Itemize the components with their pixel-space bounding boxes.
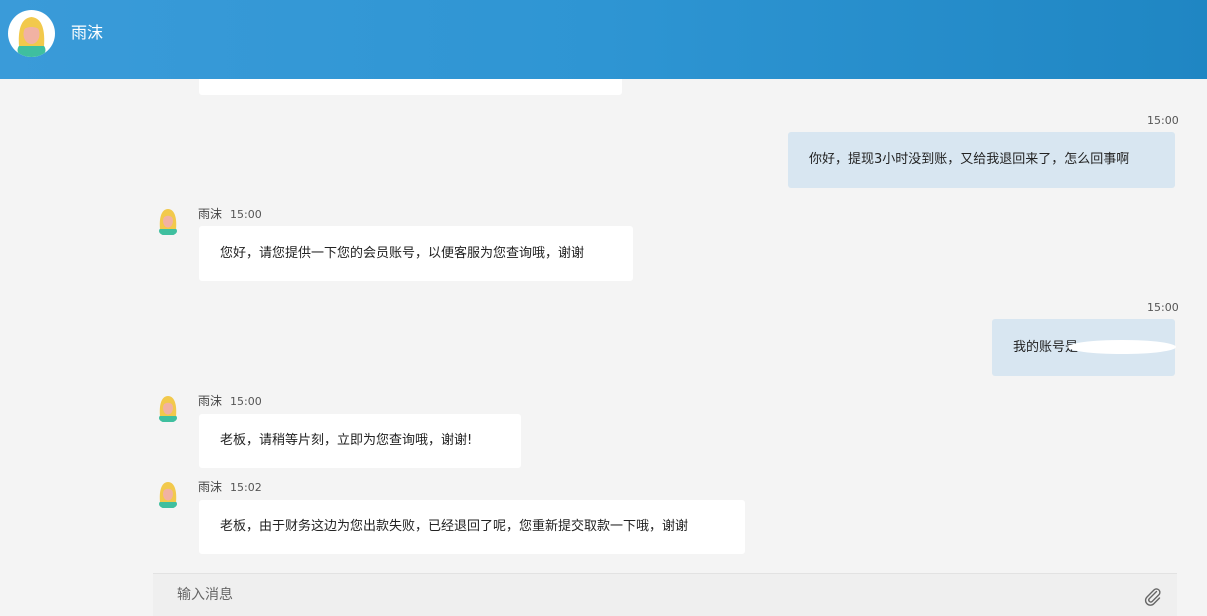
sender-name: 雨沫 [198,394,223,408]
message-time: 15:00 [1147,114,1179,127]
message-text: 你好，提现3小时没到账，又给我退回来了，怎么回事啊 [809,152,1130,167]
avatar-girl-icon [159,482,177,509]
agent-name: 雨沫 [71,23,104,42]
agent-avatar-small [157,480,179,509]
agent-avatar[interactable] [8,10,55,57]
avatar-girl-icon [159,209,177,236]
chat-header: 雨沫 [0,0,1207,79]
outgoing-message-bubble: 你好，提现3小时没到账，又给我退回来了，怎么回事啊 [788,132,1175,188]
message-list[interactable]: 15:00 你好，提现3小时没到账，又给我退回来了，怎么回事啊 雨沫 15:00… [0,79,1207,573]
paperclip-icon [1144,588,1161,606]
avatar-girl-icon [17,17,46,57]
message-time: 15:02 [230,481,262,494]
message-text: 您好，请您提供一下您的会员账号，以便客服为您查询哦，谢谢 [220,245,585,261]
message-composer [153,573,1177,616]
agent-avatar-small [157,207,179,236]
incoming-message-bubble: 老板，由于财务这边为您出款失败，已经退回了呢，您重新提交取款一下哦，谢谢 [199,500,745,554]
avatar-girl-icon [159,396,177,423]
redaction-mark [1068,340,1176,354]
message-time: 15:00 [1147,301,1179,314]
attach-button[interactable] [1143,586,1163,606]
message-input[interactable] [177,584,1117,606]
message-time: 15:00 [230,395,262,408]
previous-message-bubble [199,79,622,95]
incoming-message-bubble: 老板，请稍等片刻，立即为您查询哦，谢谢! [199,414,521,468]
sender-name: 雨沫 [198,207,223,221]
agent-avatar-small [157,394,179,423]
incoming-message-bubble: 您好，请您提供一下您的会员账号，以便客服为您查询哦，谢谢 [199,226,633,281]
sender-name: 雨沫 [198,480,223,494]
message-text: 老板，由于财务这边为您出款失败，已经退回了呢，您重新提交取款一下哦，谢谢 [220,519,689,534]
message-time: 15:00 [230,208,262,221]
message-text: 老板，请稍等片刻，立即为您查询哦，谢谢! [220,433,473,448]
